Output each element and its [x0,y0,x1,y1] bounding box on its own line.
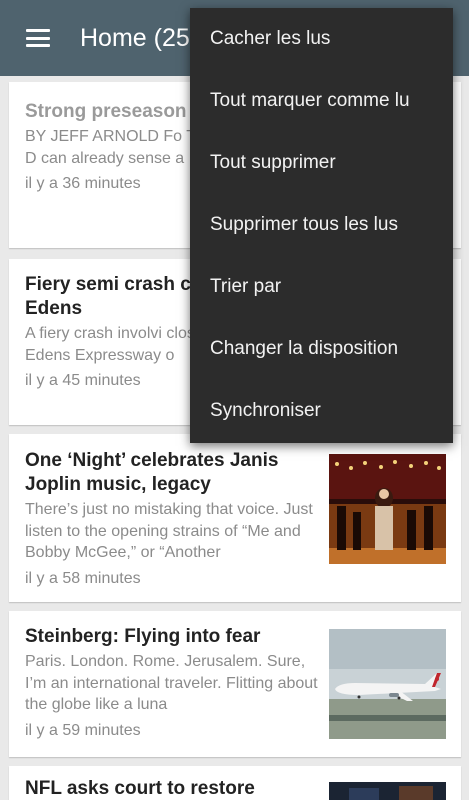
article-summary: Paris. London. Rome. Jerusalem. Sure, I’… [25,653,318,713]
menu-item-hide-read[interactable]: Cacher les lus [190,8,453,70]
concert-thumbnail [329,454,446,564]
menu-item-synchronize[interactable]: Synchroniser [190,380,453,442]
article-summary: There’s just no mistaking that voice. Ju… [25,501,313,561]
article-title: One ‘Night’ celebrates Janis Joplin musi… [25,450,279,495]
article-title: NFL asks court to restore [25,778,255,799]
menu-item-delete-all[interactable]: Tout supprimer [190,132,453,194]
overflow-menu: Cacher les lus Tout marquer comme lu Tou… [190,8,453,443]
menu-item-mark-all-read[interactable]: Tout marquer comme lu [190,70,453,132]
menu-item-change-layout[interactable]: Changer la disposition [190,318,453,380]
airplane-thumbnail [329,629,446,739]
article-card[interactable]: One ‘Night’ celebrates Janis Joplin musi… [9,434,461,602]
page-title: Home (25 [80,24,190,52]
article-card[interactable]: NFL asks court to restore [9,766,461,800]
menu-item-sort-by[interactable]: Trier par [190,256,453,318]
menu-item-delete-read[interactable]: Supprimer tous les lus [190,194,453,256]
article-time: il y a 59 minutes [25,721,141,739]
article-card[interactable]: Steinberg: Flying into fear Paris. Londo… [9,611,461,757]
football-thumbnail [329,782,446,800]
article-time: il y a 58 minutes [25,569,141,587]
menu-icon[interactable] [26,29,50,47]
article-title: Steinberg: Flying into fear [25,626,261,647]
